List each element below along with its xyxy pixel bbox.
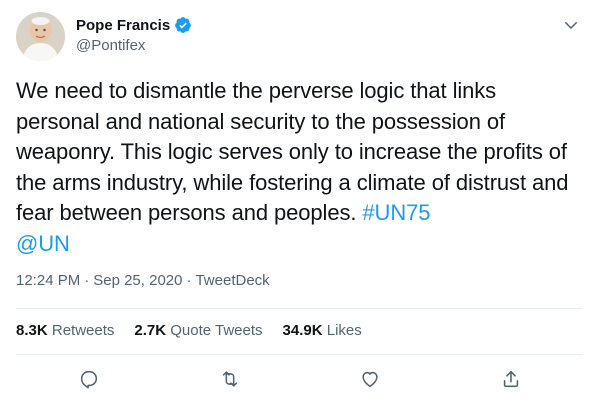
retweet-button[interactable]: [219, 368, 243, 392]
like-button[interactable]: [359, 368, 383, 392]
meta-separator: ·: [186, 272, 192, 289]
retweets-count: 8.3K: [16, 322, 48, 339]
likes-label: Likes: [326, 322, 362, 339]
tweet-card: Pope Francis @Pontifex We need to disman…: [0, 0, 598, 404]
mention-link[interactable]: @UN: [16, 231, 70, 256]
reply-button[interactable]: [78, 368, 102, 392]
retweets-label: Retweets: [51, 322, 115, 339]
name-row: Pope Francis: [76, 15, 192, 35]
reply-icon: [80, 370, 98, 389]
likes-count: 34.9K: [282, 322, 323, 339]
meta-separator: ·: [84, 272, 90, 289]
retweet-icon: [222, 371, 238, 387]
share-button[interactable]: [500, 368, 524, 392]
tweet-stats: 8.3K Retweets 2.7K Quote Tweets 34.9K Li…: [16, 322, 362, 339]
tweet-body: We need to dismantle the perverse logic …: [16, 78, 569, 225]
hashtag-link[interactable]: #UN75: [362, 200, 430, 225]
quotes-stat[interactable]: 2.7K Quote Tweets: [134, 322, 262, 339]
action-bar: [16, 364, 582, 396]
retweets-stat[interactable]: 8.3K Retweets: [16, 322, 114, 339]
tweet-meta: 12:24 PM · Sep 25, 2020 · TweetDeck: [16, 272, 270, 289]
user-handle[interactable]: @Pontifex: [76, 37, 192, 54]
display-name[interactable]: Pope Francis: [76, 17, 170, 34]
quotes-count: 2.7K: [134, 322, 167, 339]
verified-badge-icon: [174, 16, 192, 34]
tweet-time[interactable]: 12:24 PM: [16, 272, 80, 289]
tweet-text: We need to dismantle the perverse logic …: [16, 76, 582, 259]
tweet-date[interactable]: Sep 25, 2020: [93, 272, 182, 289]
likes-stat[interactable]: 34.9K Likes: [283, 322, 362, 339]
like-icon: [362, 371, 378, 388]
name-block: Pope Francis @Pontifex: [76, 15, 192, 54]
share-icon: [503, 370, 519, 388]
avatar[interactable]: [16, 12, 65, 61]
avatar-photo-icon: [16, 12, 65, 61]
quotes-label: Quote Tweets: [170, 322, 263, 339]
tweet-header: Pope Francis @Pontifex: [16, 12, 582, 64]
chevron-down-icon[interactable]: [562, 16, 580, 34]
divider: [16, 308, 582, 309]
tweet-source[interactable]: TweetDeck: [195, 272, 269, 289]
divider: [16, 354, 582, 355]
